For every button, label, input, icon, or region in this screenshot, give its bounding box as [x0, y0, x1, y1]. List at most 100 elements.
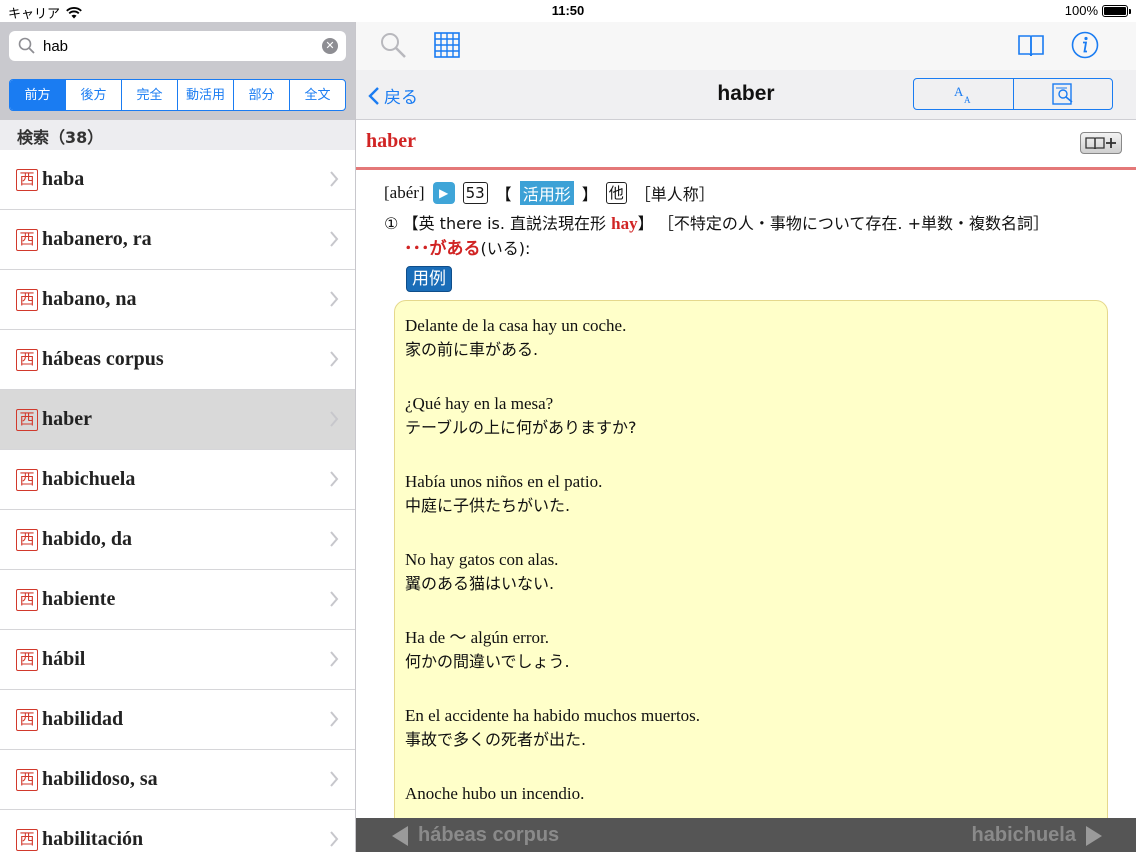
font-size-button[interactable]: A A: [914, 79, 1013, 109]
chevron-right-icon: [330, 351, 339, 367]
status-bar: キャリア 11:50 100%: [0, 0, 1136, 22]
list-item-word: habido, da: [42, 528, 133, 550]
meaning-rest: (いる):: [480, 239, 531, 258]
list-item[interactable]: 西 habichuela: [0, 450, 355, 510]
conjugation-bracket-close: 】: [581, 185, 598, 204]
add-bookmark-button[interactable]: [1080, 132, 1122, 154]
list-item-word: habiente: [42, 588, 116, 610]
list-item[interactable]: 西 habilidad: [0, 690, 355, 750]
headword: haber: [366, 130, 416, 152]
person-label: ［単人称］: [634, 185, 715, 204]
navigation-bar: 戻る haber A A: [356, 70, 1136, 120]
transitive-label: 他: [605, 182, 627, 204]
spanish-badge-icon: 西: [16, 588, 38, 611]
example-item: Delante de la casa hay un coche. 家の前に車があ…: [405, 315, 1107, 363]
chevron-right-icon: [330, 471, 339, 487]
previous-entry-button[interactable]: hábeas corpus: [392, 824, 559, 847]
view-options-control: A A: [913, 78, 1113, 110]
search-input[interactable]: [43, 37, 322, 55]
headword-bar: haber: [356, 120, 1136, 170]
conjugation-number[interactable]: 53: [462, 182, 488, 204]
chevron-right-icon: [330, 531, 339, 547]
spanish-badge-icon: 西: [16, 708, 38, 731]
conjugation-bracket-open: 【: [495, 185, 512, 204]
list-item-word: hábeas corpus: [42, 348, 164, 370]
sense-english: 【英 there is. 直説法現在形: [402, 214, 612, 233]
search-box[interactable]: ✕: [9, 31, 346, 61]
conjugation-link[interactable]: 活用形: [519, 181, 574, 205]
result-count-header: 検索（38）: [0, 120, 355, 150]
spanish-badge-icon: 西: [16, 348, 38, 371]
font-size-icon: A A: [954, 84, 971, 105]
list-item[interactable]: 西 habilitación: [0, 810, 355, 852]
example-item: En el accidente ha habido muchos muertos…: [405, 705, 1107, 753]
list-item[interactable]: 西 habilidoso, sa: [0, 750, 355, 810]
list-item-word: habilitación: [42, 828, 144, 850]
battery-percent: 100%: [1064, 3, 1098, 18]
list-item-word: habichuela: [42, 468, 136, 490]
meaning-main: ･･･がある: [404, 239, 481, 259]
list-item-word: habilidad: [42, 708, 124, 730]
entry-pager: hábeas corpus habichuela: [356, 818, 1136, 852]
search-icon[interactable]: [378, 30, 408, 60]
example-item: Había unos niños en el patio. 中庭に子供たちがいた…: [405, 471, 1107, 519]
spanish-badge-icon: 西: [16, 228, 38, 251]
list-item-selected[interactable]: 西 haber: [0, 390, 355, 450]
chevron-right-icon: [330, 231, 339, 247]
find-in-page-icon: [1052, 83, 1073, 105]
sense-number: ①: [384, 214, 399, 233]
mode-forward[interactable]: 前方: [10, 80, 65, 110]
mode-backward[interactable]: 後方: [65, 80, 121, 110]
list-item-word: haber: [42, 408, 92, 430]
find-in-page-button[interactable]: [1012, 79, 1113, 109]
search-mode-segmented-control: 前方 後方 完全 動活用 部分 全文: [9, 79, 346, 111]
chevron-right-icon: [330, 831, 339, 847]
spanish-badge-icon: 西: [16, 468, 38, 491]
example-spanish: Había unos niños en el patio.: [405, 472, 603, 491]
mode-partial[interactable]: 部分: [233, 80, 289, 110]
mode-conjugation[interactable]: 動活用: [177, 80, 233, 110]
mode-exact[interactable]: 完全: [121, 80, 177, 110]
list-item[interactable]: 西 haba: [0, 150, 355, 210]
clear-search-icon[interactable]: ✕: [322, 38, 338, 54]
list-item[interactable]: 西 habano, na: [0, 270, 355, 330]
chevron-right-icon: [330, 171, 339, 187]
list-item-word: habilidoso, sa: [42, 768, 158, 790]
example-japanese: 事故で多くの死者が出た.: [405, 730, 587, 749]
list-item[interactable]: 西 habiente: [0, 570, 355, 630]
example-japanese: テーブルの上に何がありますか?: [405, 418, 637, 437]
spanish-badge-icon: 西: [16, 528, 38, 551]
entry-info-line: [abér] ▶ 53 【活用形】 他 ［単人称］: [384, 180, 1136, 206]
example-japanese: 中庭に子供たちがいた.: [405, 496, 571, 515]
examples-toggle-button[interactable]: 用例: [406, 266, 452, 292]
pronunciation: [abér]: [384, 183, 425, 202]
list-item[interactable]: 西 hábil: [0, 630, 355, 690]
svg-text:A: A: [964, 95, 971, 105]
list-item[interactable]: 西 habido, da: [0, 510, 355, 570]
search-area: ✕ 前方 後方 完全 動活用 部分 全文: [0, 22, 355, 120]
next-arrow-icon: [1086, 825, 1102, 846]
entry-body: [abér] ▶ 53 【活用形】 他 ［単人称］ ① 【英 there is.…: [356, 170, 1136, 292]
grid-icon[interactable]: [432, 30, 462, 60]
clock: 11:50: [551, 3, 585, 18]
spanish-badge-icon: 西: [16, 768, 38, 791]
previous-arrow-icon: [392, 825, 408, 846]
list-item[interactable]: 西 hábeas corpus: [0, 330, 355, 390]
search-icon: [18, 37, 35, 54]
info-icon[interactable]: [1070, 30, 1100, 60]
example-spanish: Ha de 〜 algún error.: [405, 628, 549, 647]
spanish-badge-icon: 西: [16, 648, 38, 671]
previous-entry-label: hábeas corpus: [418, 824, 560, 846]
mode-fulltext[interactable]: 全文: [289, 80, 345, 110]
chevron-right-icon: [330, 651, 339, 667]
top-toolbar: [356, 22, 1136, 70]
example-spanish: ¿Qué hay en la mesa?: [405, 394, 554, 413]
example-japanese: 家の前に車がある.: [405, 340, 539, 359]
next-entry-button[interactable]: habichuela: [972, 824, 1102, 847]
example-item: ¿Qué hay en la mesa? テーブルの上に何がありますか?: [405, 393, 1107, 441]
list-item[interactable]: 西 habanero, ra: [0, 210, 355, 270]
list-item-word: haba: [42, 168, 85, 190]
book-icon[interactable]: [1016, 30, 1046, 60]
play-audio-icon[interactable]: ▶: [432, 182, 455, 204]
sense-close: 】: [637, 214, 654, 233]
